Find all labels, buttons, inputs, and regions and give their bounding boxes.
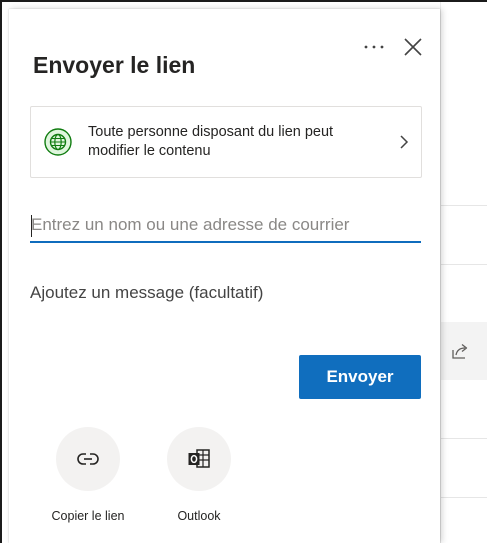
message-input[interactable] [30, 277, 421, 309]
window-border-left [0, 0, 2, 543]
send-button[interactable]: Envoyer [299, 355, 421, 399]
background-divider [441, 438, 487, 439]
recipient-input[interactable] [30, 209, 421, 243]
background-share-row[interactable] [441, 322, 487, 380]
screen: Envoyer le lien Toute personne disposant… [0, 0, 487, 543]
close-button[interactable] [401, 35, 425, 59]
outlook-option[interactable]: Outlook [149, 427, 249, 527]
outlook-icon-circle[interactable] [167, 427, 231, 491]
background-divider [441, 205, 487, 206]
link-icon [77, 453, 99, 465]
globe-icon [44, 128, 72, 156]
dialog-title: Envoyer le lien [33, 52, 196, 78]
permission-description: Toute personne disposant du lien peut mo… [88, 124, 334, 159]
outlook-icon [188, 449, 210, 468]
background-app-strip [440, 0, 487, 543]
copy-link-label: Copier le lien [51, 509, 125, 523]
outlook-label: Outlook [177, 509, 221, 523]
copy-link-option[interactable]: Copier le lien [38, 427, 138, 527]
more-options-button[interactable] [359, 35, 389, 59]
copy-link-icon-circle[interactable] [56, 427, 120, 491]
more-options-icon [364, 45, 384, 49]
window-border-top [0, 0, 487, 2]
send-link-dialog: Envoyer le lien Toute personne disposant… [9, 9, 440, 543]
link-permission-settings[interactable]: Toute personne disposant du lien peut mo… [30, 106, 422, 178]
chevron-right-icon [400, 135, 409, 149]
text-caret [31, 215, 32, 237]
background-divider [441, 497, 487, 498]
close-icon [404, 38, 422, 56]
background-divider [441, 264, 487, 265]
share-icon[interactable] [450, 341, 470, 361]
